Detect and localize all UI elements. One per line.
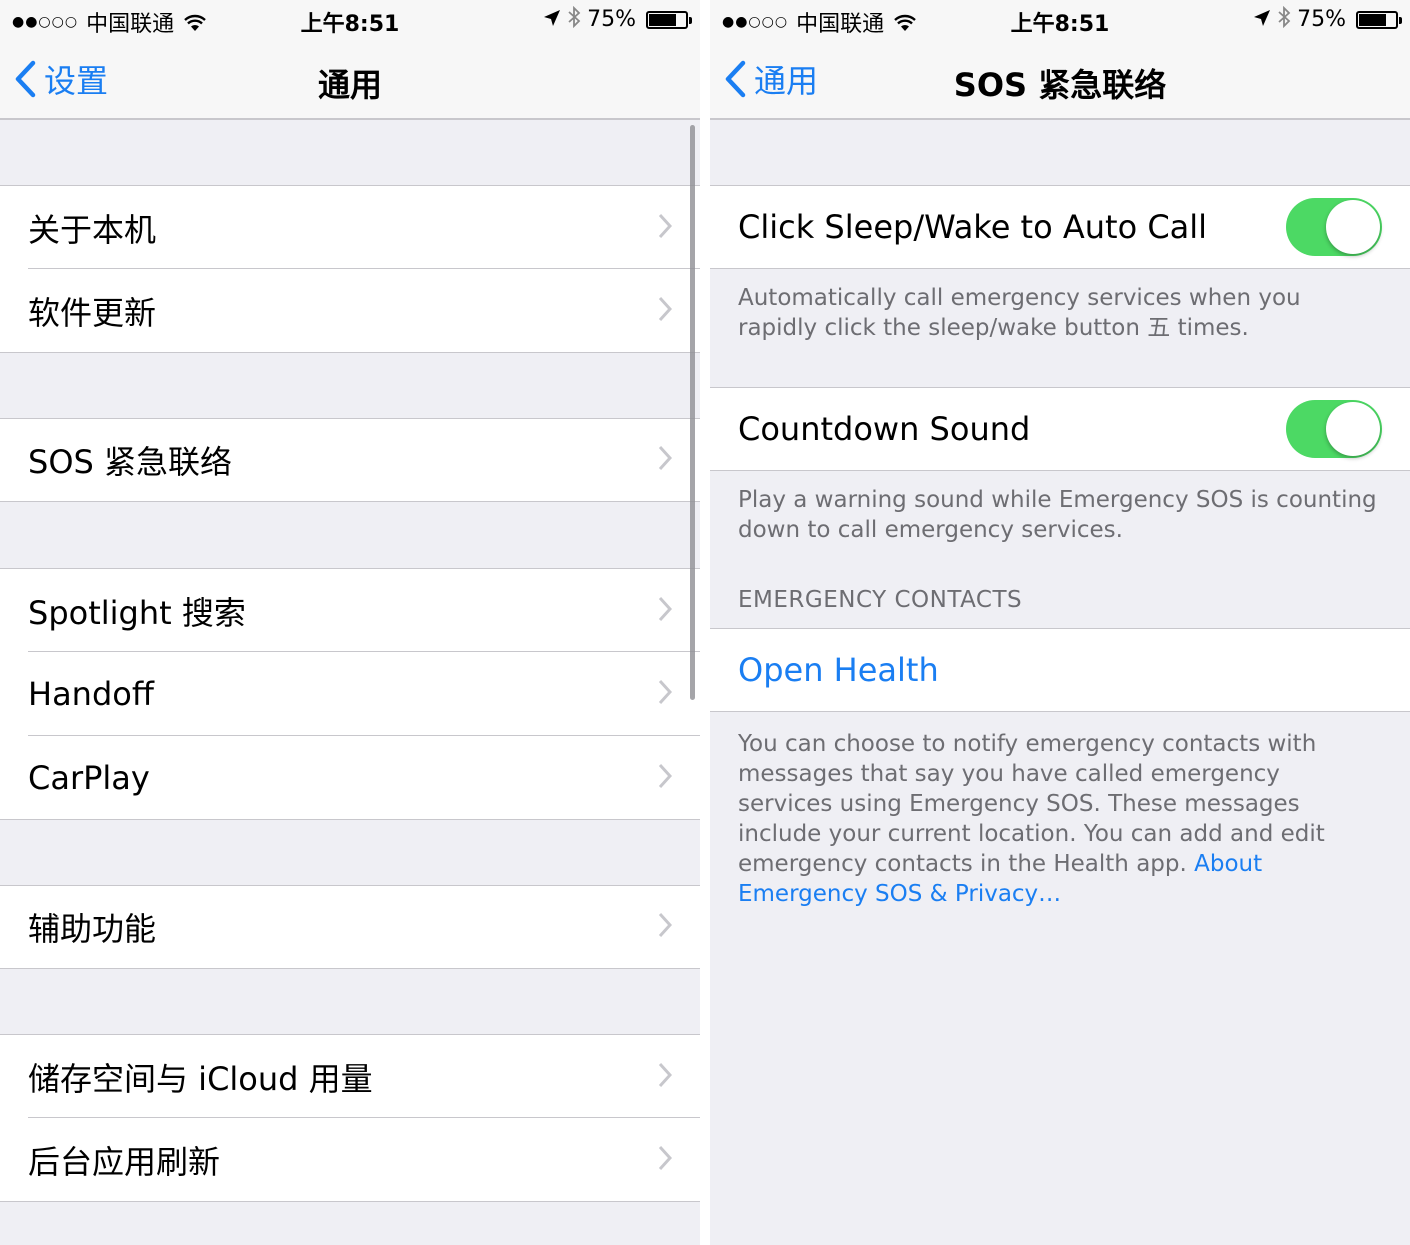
settings-item-label: Handoff	[28, 675, 154, 713]
page-title: SOS 紧急联络	[953, 66, 1167, 104]
toggle-knob	[1326, 402, 1380, 456]
chevron-right-icon	[658, 441, 673, 479]
chevron-right-icon	[658, 908, 673, 946]
chevron-right-icon	[658, 292, 673, 330]
countdown-sound-label: Countdown Sound	[738, 410, 1031, 448]
chevron-right-icon	[658, 1141, 673, 1179]
open-health-row[interactable]: Open Health	[710, 628, 1410, 712]
battery-icon	[646, 10, 692, 29]
open-health-link[interactable]: Open Health	[738, 651, 939, 689]
battery-percent: 75%	[1297, 7, 1346, 32]
settings-item-label: CarPlay	[28, 758, 150, 797]
page-title: 通用	[317, 66, 382, 104]
settings-item-sos[interactable]: SOS 紧急联络	[0, 418, 700, 502]
auto-call-toggle[interactable]	[1286, 198, 1382, 256]
settings-item-handoff[interactable]: Handoff	[0, 652, 700, 736]
general-settings-screen: ●●○○○ 中国联通 上午8:51 75% 设置 通用 关于本机 软件更新 SO…	[0, 0, 700, 1245]
emergency-contacts-header: EMERGENCY CONTACTS	[738, 587, 1023, 613]
location-arrow-icon	[543, 8, 561, 32]
sos-settings-screen: ●●○○○ 中国联通 上午8:51 75% 通用 SOS 紧急联络 Click …	[710, 0, 1410, 1245]
status-bar: ●●○○○ 中国联通 上午8:51 75%	[0, 0, 700, 40]
status-bar: ●●○○○ 中国联通 上午8:51 75%	[710, 0, 1410, 40]
navigation-bar: 设置 通用	[0, 40, 700, 120]
settings-item-label: Spotlight 搜索	[28, 593, 246, 632]
settings-item-spotlight[interactable]: Spotlight 搜索	[0, 568, 700, 652]
countdown-sound-toggle[interactable]	[1286, 400, 1382, 458]
settings-item-background-refresh[interactable]: 后台应用刷新	[0, 1118, 700, 1202]
toggle-knob	[1326, 200, 1380, 254]
settings-item-software-update[interactable]: 软件更新	[0, 269, 700, 353]
location-arrow-icon	[1253, 8, 1271, 32]
settings-item-about[interactable]: 关于本机	[0, 185, 700, 269]
chevron-right-icon	[658, 759, 673, 797]
chevron-right-icon	[658, 592, 673, 630]
auto-call-footer: Automatically call emergency services wh…	[738, 285, 1301, 341]
battery-icon	[1356, 10, 1402, 29]
settings-item-label: SOS 紧急联络	[28, 443, 232, 481]
settings-item-carplay[interactable]: CarPlay	[0, 736, 700, 820]
settings-item-storage[interactable]: 储存空间与 iCloud 用量	[0, 1034, 700, 1118]
navigation-bar: 通用 SOS 紧急联络	[710, 40, 1410, 120]
settings-item-label: 储存空间与 iCloud 用量	[28, 1059, 373, 1098]
countdown-sound-footer: Play a warning sound while Emergency SOS…	[738, 487, 1377, 543]
chevron-right-icon	[658, 1058, 673, 1096]
screen-divider	[700, 0, 710, 1245]
bluetooth-icon	[567, 5, 581, 33]
emergency-contacts-footer: You can choose to notify emergency conta…	[738, 729, 1378, 909]
settings-item-label: 关于本机	[28, 210, 157, 249]
scroll-indicator[interactable]	[690, 125, 695, 700]
settings-item-accessibility[interactable]: 辅助功能	[0, 885, 700, 969]
chevron-right-icon	[658, 675, 673, 713]
countdown-sound-row: Countdown Sound	[710, 387, 1410, 471]
chevron-right-icon	[658, 209, 673, 247]
settings-item-label: 后台应用刷新	[28, 1142, 221, 1181]
auto-call-row: Click Sleep/Wake to Auto Call	[710, 185, 1410, 269]
settings-item-label: 辅助功能	[28, 910, 157, 948]
auto-call-label: Click Sleep/Wake to Auto Call	[738, 208, 1208, 246]
battery-percent: 75%	[587, 7, 636, 32]
bluetooth-icon	[1277, 5, 1291, 33]
settings-item-label: 软件更新	[28, 293, 157, 332]
